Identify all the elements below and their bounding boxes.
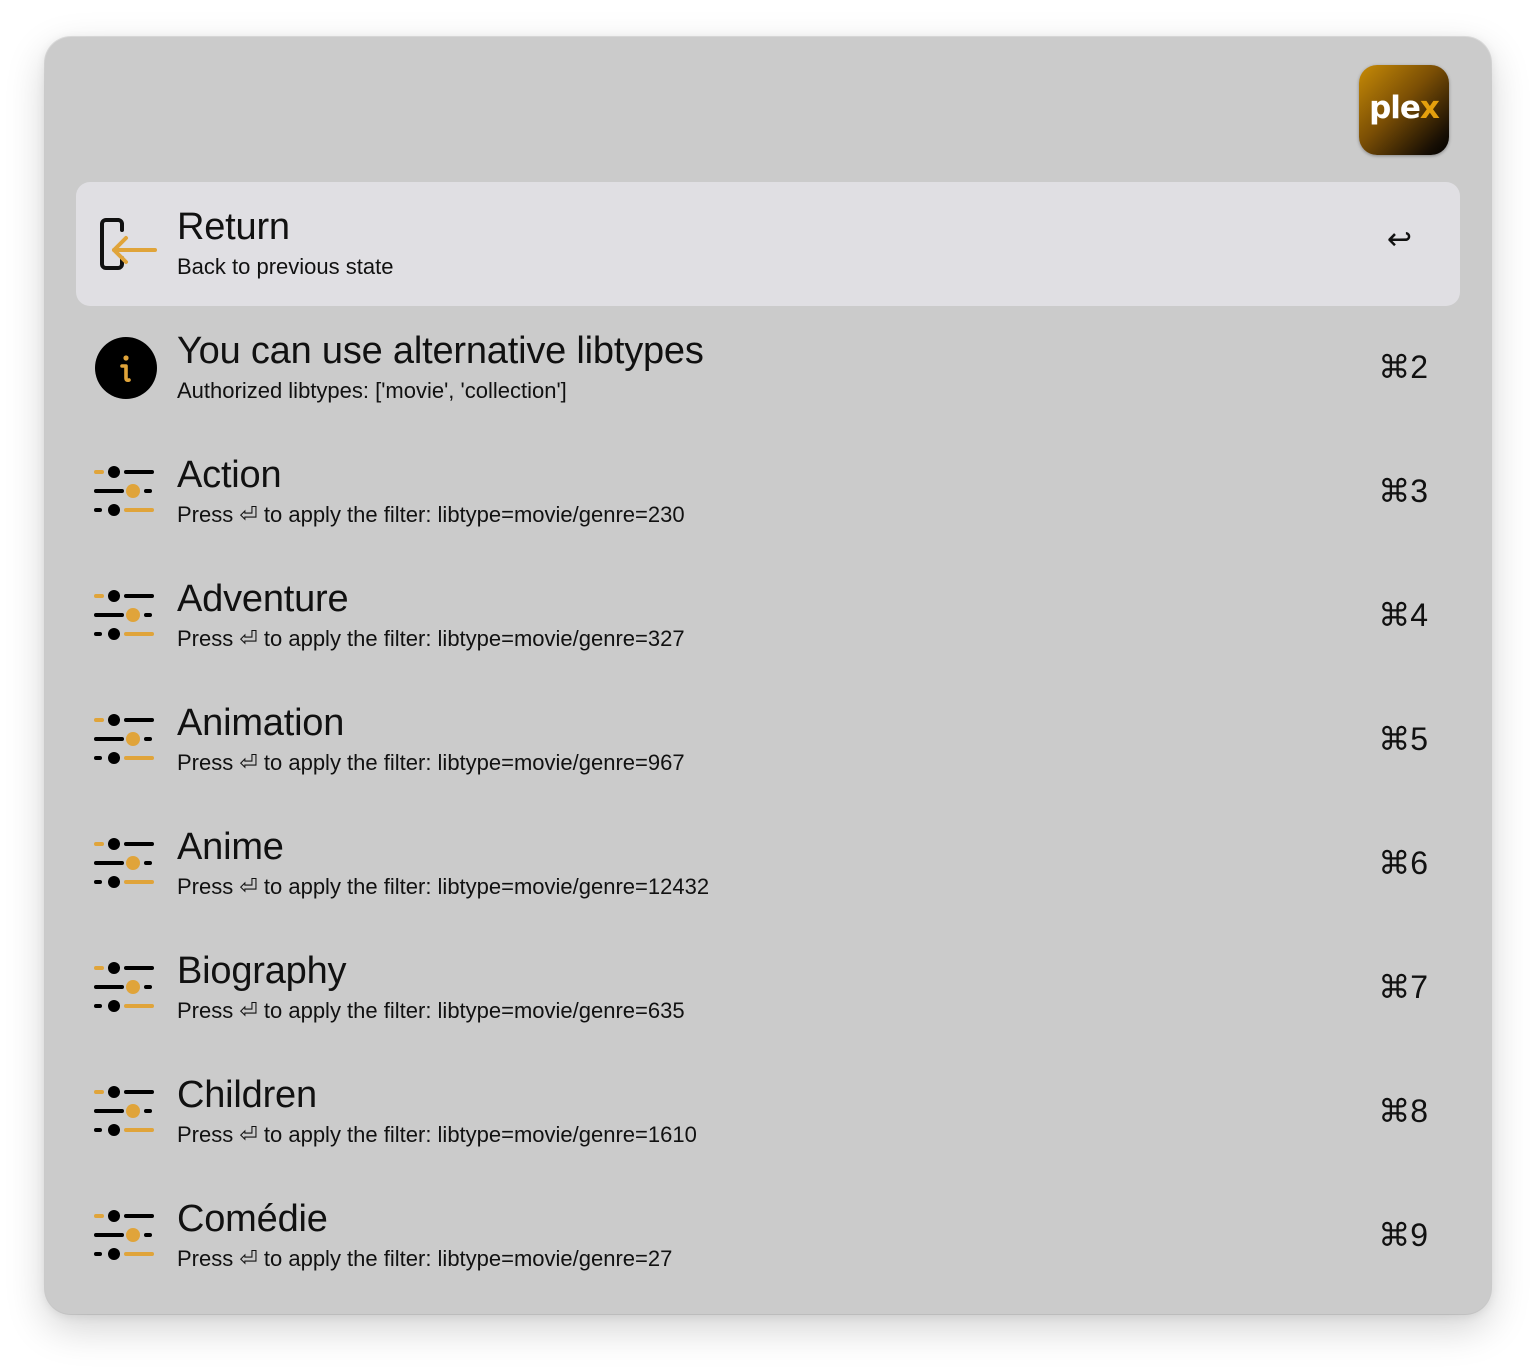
result-subtitle: Press ⏎ to apply the filter: libtype=mov…	[177, 874, 710, 899]
result-item-genre[interactable]: Biography Press ⏎ to apply the filter: l…	[76, 926, 1460, 1050]
filter-sliders-icon	[94, 708, 158, 772]
command-shortcut: ⌘9	[1378, 1217, 1428, 1253]
result-item-return[interactable]: Return Back to previous state ↩	[76, 182, 1460, 306]
result-subtitle: Authorized libtypes: ['movie', 'collecti…	[177, 378, 567, 403]
result-item-genre[interactable]: Anime Press ⏎ to apply the filter: libty…	[76, 802, 1460, 926]
result-subtitle: Press ⏎ to apply the filter: libtype=mov…	[177, 998, 685, 1023]
result-subtitle: Press ⏎ to apply the filter: libtype=mov…	[177, 502, 685, 527]
launcher-window: plex Return Back to previous state ↩ You…	[45, 37, 1491, 1314]
result-title: Action	[177, 454, 282, 496]
filter-sliders-icon	[94, 1204, 158, 1268]
result-item-genre[interactable]: Action Press ⏎ to apply the filter: libt…	[76, 430, 1460, 554]
command-shortcut: ⌘8	[1378, 1093, 1428, 1129]
result-subtitle: Press ⏎ to apply the filter: libtype=mov…	[177, 1122, 697, 1147]
info-icon	[94, 336, 158, 400]
plex-logo-text-accent: x	[1419, 90, 1440, 126]
result-subtitle: Press ⏎ to apply the filter: libtype=mov…	[177, 626, 685, 651]
result-title: Biography	[177, 950, 347, 992]
return-icon	[94, 212, 158, 276]
result-item-genre[interactable]: Comédie Press ⏎ to apply the filter: lib…	[76, 1174, 1460, 1298]
command-shortcut: ⌘2	[1378, 349, 1428, 385]
result-subtitle: Press ⏎ to apply the filter: libtype=mov…	[177, 1246, 673, 1271]
filter-sliders-icon	[94, 832, 158, 896]
command-shortcut: ⌘6	[1378, 845, 1428, 881]
result-item-genre[interactable]: Children Press ⏎ to apply the filter: li…	[76, 1050, 1460, 1174]
result-title: Comédie	[177, 1198, 328, 1240]
plex-app-logo: plex	[1359, 65, 1449, 155]
command-shortcut: ⌘7	[1378, 969, 1428, 1005]
plex-logo-text-main: ple	[1369, 90, 1421, 126]
result-subtitle: Press ⏎ to apply the filter: libtype=mov…	[177, 750, 685, 775]
result-title: Anime	[177, 826, 284, 868]
result-title: Return	[177, 206, 290, 248]
result-title: You can use alternative libtypes	[177, 330, 704, 372]
filter-sliders-icon	[94, 584, 158, 648]
result-title: Animation	[177, 702, 345, 744]
enter-key-shortcut: ↩	[1386, 222, 1412, 257]
plex-logo-text: plex	[1369, 90, 1440, 126]
result-item-genre[interactable]: Animation Press ⏎ to apply the filter: l…	[76, 678, 1460, 802]
filter-sliders-icon	[94, 460, 158, 524]
filter-sliders-icon	[94, 956, 158, 1020]
result-subtitle: Back to previous state	[177, 254, 394, 279]
command-shortcut: ⌘5	[1378, 721, 1428, 757]
filter-sliders-icon	[94, 1080, 158, 1144]
command-shortcut: ⌘3	[1378, 473, 1428, 509]
result-title: Adventure	[177, 578, 349, 620]
result-title: Children	[177, 1074, 317, 1116]
result-item-info[interactable]: You can use alternative libtypes Authori…	[76, 306, 1460, 430]
command-shortcut: ⌘4	[1378, 597, 1428, 633]
result-item-genre[interactable]: Adventure Press ⏎ to apply the filter: l…	[76, 554, 1460, 678]
results-list: Return Back to previous state ↩ You can …	[76, 182, 1460, 1298]
